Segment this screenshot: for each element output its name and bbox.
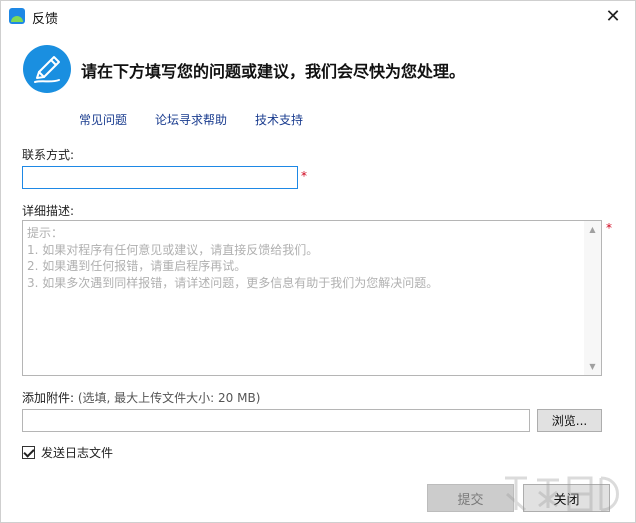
placeholder-line: 提示： — [27, 226, 64, 240]
window-title: 反馈 — [32, 12, 59, 27]
detail-scrollbar[interactable]: ▲ ▼ — [584, 221, 601, 375]
window-close-button[interactable]: ✕ — [591, 1, 635, 32]
send-log-checkbox[interactable] — [22, 445, 35, 459]
browse-button[interactable]: 浏览... — [537, 409, 602, 432]
detail-label: 详细描述: — [22, 204, 75, 218]
forum-help-link[interactable]: 论坛寻求帮助 — [155, 111, 227, 128]
faq-link[interactable]: 常见问题 — [79, 111, 127, 128]
attachment-path-input[interactable] — [22, 409, 530, 432]
placeholder-line: 1. 如果对程序有任何意见或建议，请直接反馈给我们。 — [27, 242, 319, 257]
help-links: 常见问题 论坛寻求帮助 技术支持 — [1, 111, 635, 129]
send-log-row: 发送日志文件 — [22, 444, 113, 460]
detail-required-mark: * — [606, 221, 612, 235]
submit-button[interactable]: 提交 — [427, 484, 514, 512]
attachment-label: 添加附件: (选填, 最大上传文件大小: 20 MB) — [22, 389, 260, 406]
contact-input[interactable] — [22, 166, 298, 189]
placeholder-line: 3. 如果多次遇到同样报错，请详述问题，更多信息有助于我们为您解决问题。 — [27, 275, 439, 290]
scroll-down-arrow-icon[interactable]: ▼ — [584, 358, 601, 375]
contact-required-mark: * — [301, 169, 307, 183]
attachment-hint: (选填, 最大上传文件大小: 20 MB) — [77, 391, 261, 405]
attachment-label-text: 添加附件: — [22, 391, 75, 405]
tech-support-link[interactable]: 技术支持 — [255, 111, 303, 128]
placeholder-line: 2. 如果遇到任何报错，请重启程序再试。 — [27, 259, 247, 273]
feedback-window: 反馈 ✕ 请在下方填写您的问题或建议，我们会尽快为您处理。 常见问题 论坛寻求帮… — [0, 0, 636, 523]
contact-label: 联系方式: — [22, 148, 75, 162]
pen-edit-icon — [23, 45, 71, 93]
title-bar: 反馈 ✕ — [1, 1, 635, 32]
detail-textarea[interactable]: 提示： 1. 如果对程序有任何意见或建议，请直接反馈给我们。 2. 如果遇到任何… — [22, 220, 602, 376]
page-headline: 请在下方填写您的问题或建议，我们会尽快为您处理。 — [81, 62, 466, 81]
app-logo-icon — [9, 8, 25, 24]
scroll-up-arrow-icon[interactable]: ▲ — [584, 221, 601, 238]
detail-placeholder: 提示： 1. 如果对程序有任何意见或建议，请直接反馈给我们。 2. 如果遇到任何… — [23, 221, 585, 375]
close-button[interactable]: 关闭 — [523, 484, 610, 512]
send-log-label[interactable]: 发送日志文件 — [41, 444, 113, 461]
